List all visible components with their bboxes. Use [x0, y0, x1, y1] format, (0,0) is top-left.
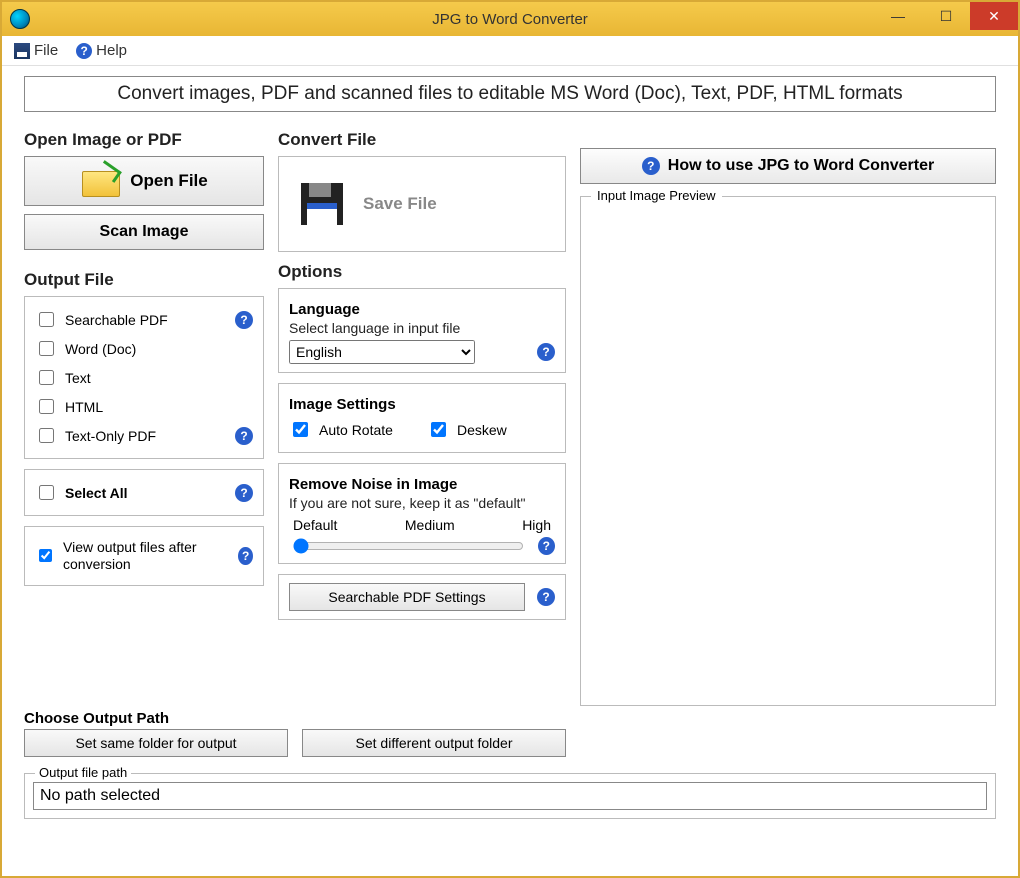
output-path-panel: Output file path No path selected: [24, 773, 996, 819]
pdfsettings-label: Searchable PDF Settings: [328, 589, 485, 605]
convert-section-title: Convert File: [278, 130, 566, 150]
options-title: Options: [278, 262, 566, 282]
banner-text: Convert images, PDF and scanned files to…: [24, 76, 996, 112]
open-file-button[interactable]: Open File: [24, 156, 264, 206]
checkbox-deskew[interactable]: [431, 422, 446, 437]
help-icon: ?: [642, 157, 660, 175]
scan-image-label: Scan Image: [100, 223, 189, 241]
save-icon: [14, 43, 30, 59]
label-deskew: Deskew: [457, 422, 507, 438]
checkbox-html[interactable]: [39, 399, 54, 414]
same-folder-button[interactable]: Set same folder for output: [24, 729, 288, 757]
help-select-all[interactable]: ?: [235, 484, 253, 502]
help-view-after[interactable]: ?: [238, 547, 253, 565]
preview-label: Input Image Preview: [591, 188, 722, 203]
help-pdfsettings[interactable]: ?: [537, 588, 555, 606]
choose-path-title: Choose Output Path: [24, 710, 566, 727]
label-text: Text: [65, 370, 91, 386]
preview-panel: Input Image Preview: [580, 196, 996, 706]
diff-folder-button[interactable]: Set different output folder: [302, 729, 566, 757]
howto-button[interactable]: ? How to use JPG to Word Converter: [580, 148, 996, 184]
open-file-label: Open File: [130, 171, 207, 191]
menubar: File ? Help: [2, 36, 1018, 66]
language-hint: Select language in input file: [289, 320, 555, 336]
checkbox-select-all[interactable]: [39, 485, 54, 500]
help-language[interactable]: ?: [537, 343, 555, 361]
checkbox-view-after[interactable]: [39, 548, 52, 563]
maximize-button[interactable]: ☐: [922, 2, 970, 30]
help-noise[interactable]: ?: [538, 537, 555, 555]
floppy-icon: [301, 183, 343, 225]
label-html: HTML: [65, 399, 103, 415]
noise-slider[interactable]: [293, 538, 524, 554]
save-file-label: Save File: [363, 194, 437, 214]
same-folder-label: Set same folder for output: [75, 735, 236, 751]
language-title: Language: [289, 301, 555, 318]
label-auto-rotate: Auto Rotate: [319, 422, 393, 438]
help-icon: ?: [76, 43, 92, 59]
noise-high: High: [522, 517, 551, 533]
output-path-label: Output file path: [35, 765, 131, 780]
folder-icon: [80, 165, 120, 197]
window-title: JPG to Word Converter: [2, 11, 1018, 28]
checkbox-text[interactable]: [39, 370, 54, 385]
help-textonly-pdf[interactable]: ?: [235, 427, 253, 445]
noise-title: Remove Noise in Image: [289, 476, 555, 493]
language-select[interactable]: English: [289, 340, 475, 364]
noise-medium: Medium: [405, 517, 455, 533]
label-searchable-pdf: Searchable PDF: [65, 312, 168, 328]
searchable-pdf-settings-button[interactable]: Searchable PDF Settings: [289, 583, 525, 611]
label-word: Word (Doc): [65, 341, 136, 357]
scan-image-button[interactable]: Scan Image: [24, 214, 264, 250]
menu-file[interactable]: File: [14, 42, 58, 59]
output-section-title: Output File: [24, 270, 264, 290]
output-path-value: No path selected: [33, 782, 987, 810]
help-searchable-pdf[interactable]: ?: [235, 311, 253, 329]
noise-hint: If you are not sure, keep it as "default…: [289, 495, 555, 511]
howto-label: How to use JPG to Word Converter: [668, 157, 934, 175]
label-textonly-pdf: Text-Only PDF: [65, 428, 156, 444]
titlebar: JPG to Word Converter — ☐ ✕: [2, 2, 1018, 36]
label-view-after: View output files after conversion: [63, 539, 230, 573]
diff-folder-label: Set different output folder: [356, 735, 513, 751]
menu-file-label: File: [34, 42, 58, 59]
checkbox-auto-rotate[interactable]: [293, 422, 308, 437]
image-settings-title: Image Settings: [289, 396, 555, 413]
checkbox-word[interactable]: [39, 341, 54, 356]
label-select-all: Select All: [65, 485, 128, 501]
close-button[interactable]: ✕: [970, 2, 1018, 30]
checkbox-searchable-pdf[interactable]: [39, 312, 54, 327]
minimize-button[interactable]: —: [874, 2, 922, 30]
menu-help[interactable]: ? Help: [76, 42, 127, 59]
noise-default: Default: [293, 517, 337, 533]
open-section-title: Open Image or PDF: [24, 130, 264, 150]
checkbox-textonly-pdf[interactable]: [39, 428, 54, 443]
menu-help-label: Help: [96, 42, 127, 59]
